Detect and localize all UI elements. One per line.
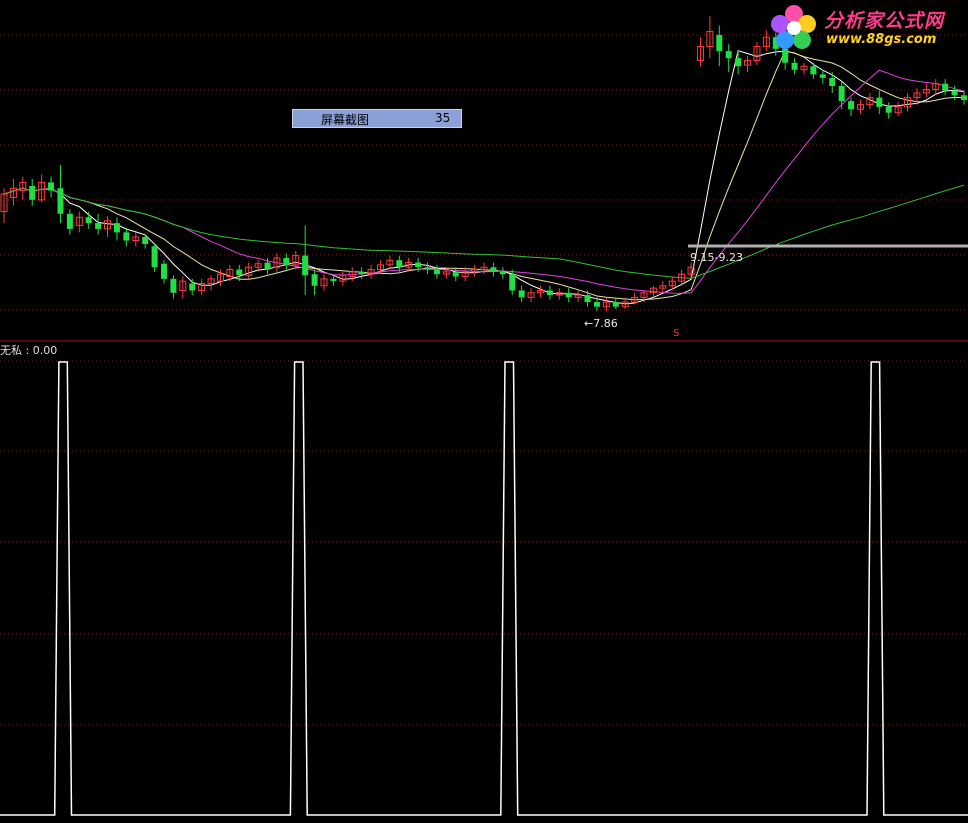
candle-down (876, 97, 883, 107)
indicator-panel (0, 361, 968, 816)
candle-down (490, 267, 497, 272)
candle-down (85, 217, 92, 224)
candle-down (518, 290, 525, 298)
candle-down (396, 260, 403, 268)
candle-down (961, 95, 967, 100)
indicator-line (0, 361, 968, 816)
candle-down (236, 269, 243, 276)
candle-down (810, 66, 817, 75)
candle-down (848, 101, 855, 110)
candle-down (161, 263, 167, 279)
candle-down (113, 223, 120, 233)
candle-down (283, 257, 290, 265)
candle-down (433, 269, 440, 275)
low-price-marker: ←7.86 (584, 317, 618, 330)
screenshot-value: 35 (435, 111, 451, 125)
candle-down (311, 274, 318, 286)
grid-lines (0, 34, 968, 726)
screenshot-popup[interactable]: 屏幕截图 35 (292, 109, 462, 128)
candle-down (151, 246, 158, 268)
ma-line-10 (3, 50, 965, 301)
ma-line-20 (3, 69, 965, 294)
candle-down (95, 223, 102, 229)
candle-down (415, 262, 422, 268)
candle-down (499, 271, 506, 275)
kline-chart (0, 16, 968, 816)
candle-down (716, 34, 723, 52)
candle-down (593, 302, 600, 307)
candle-down (424, 267, 431, 270)
candle-down (330, 278, 337, 282)
candle-down (48, 182, 55, 191)
candle-down (951, 90, 958, 96)
candle-down (189, 283, 196, 291)
site-logo: 分析家公式网 www.88gs.com (768, 2, 966, 54)
candle-down (885, 106, 892, 113)
indicator-label: 无私 : 0.00 (0, 344, 58, 357)
logo-title: 分析家公式网 (824, 10, 945, 32)
candle-down (584, 295, 591, 303)
candle-down (565, 292, 572, 298)
range-label: 9.15-9.23 (690, 251, 743, 264)
candle-down (29, 185, 36, 200)
candle-down (725, 51, 732, 59)
candle-down (546, 290, 553, 296)
logo-url: www.88gs.com (826, 32, 937, 47)
candle-down (942, 83, 949, 91)
candle-down (358, 271, 365, 275)
flower-logo-icon (771, 5, 816, 49)
candle-down (735, 58, 742, 67)
candle-down (302, 255, 309, 276)
candle-down (838, 86, 845, 102)
candle-down (142, 237, 149, 244)
candle-down (264, 262, 271, 270)
candle-down (509, 274, 516, 291)
candle-down (66, 213, 73, 229)
candle-down (452, 271, 459, 277)
candle-down (829, 77, 836, 87)
signal-mark: S (673, 328, 680, 339)
candle-down (57, 188, 64, 214)
candle-down (170, 278, 177, 293)
candle-down (791, 62, 798, 70)
candle-down (123, 232, 130, 241)
screenshot-label: 屏幕截图 (321, 113, 370, 127)
candle-down (819, 74, 826, 78)
candle-down (612, 302, 619, 307)
